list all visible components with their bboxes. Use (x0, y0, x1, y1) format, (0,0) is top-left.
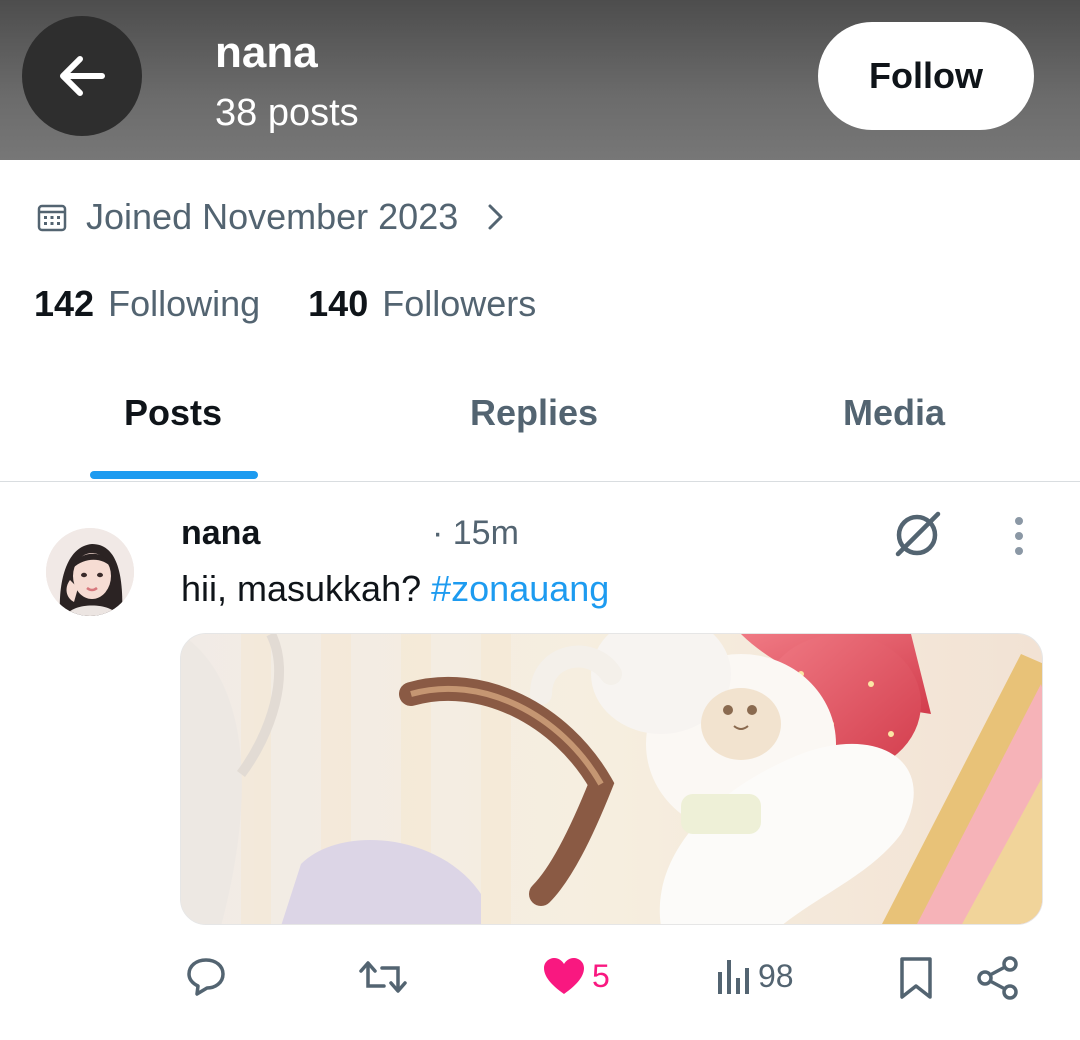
active-tab-indicator (90, 471, 258, 479)
post-hashtag-link[interactable]: #zonauang (431, 568, 609, 609)
view-count: 98 (758, 957, 794, 994)
followers-label: Followers (382, 283, 537, 324)
tab-posts[interactable]: Posts (124, 392, 222, 434)
tab-replies[interactable]: Replies (470, 392, 598, 434)
more-vertical-icon[interactable] (1008, 515, 1030, 564)
post-body: hii, masukkah? #zonauang (181, 568, 609, 610)
followers-count: 140 (308, 283, 369, 324)
share-button[interactable] (976, 956, 1020, 1000)
bookmark-icon (900, 957, 932, 999)
following-count: 142 (34, 283, 95, 324)
like-count: 5 (592, 957, 610, 994)
avatar[interactable] (46, 528, 134, 616)
follow-button[interactable]: Follow (818, 22, 1034, 130)
followers-link[interactable]: 140 Followers (308, 283, 536, 325)
bookmark-button[interactable] (898, 956, 934, 1000)
joined-date-row[interactable]: Joined November 2023 (36, 196, 506, 238)
like-button[interactable]: 5 (542, 956, 610, 996)
joined-date: Joined November 2023 (86, 196, 459, 237)
arrow-left-icon (60, 56, 105, 96)
grok-icon[interactable] (890, 506, 946, 567)
views-icon (718, 960, 749, 994)
share-icon (977, 956, 1018, 1000)
reply-icon (187, 958, 225, 996)
profile-header: nana 38 posts Follow (0, 0, 1080, 160)
header-post-count: 38 posts (215, 92, 359, 134)
post-text: hii, masukkah? (181, 568, 422, 609)
post-author-name[interactable]: nana (181, 514, 260, 553)
follow-counts: 142 Following 140 Followers (34, 283, 536, 325)
back-button[interactable] (22, 16, 142, 136)
post-media-image[interactable] (180, 633, 1043, 925)
heart-icon (544, 958, 584, 994)
profile-tabs: Posts Replies Media (0, 370, 1080, 482)
repost-button[interactable] (358, 956, 408, 998)
header-display-name: nana (215, 28, 318, 77)
following-label: Following (108, 283, 261, 324)
following-link[interactable]: 142 Following (34, 283, 260, 325)
views-button[interactable]: 98 (716, 956, 794, 996)
calendar-icon (37, 204, 67, 232)
reply-button[interactable] (185, 956, 227, 998)
tab-media[interactable]: Media (843, 392, 945, 434)
repost-icon (359, 961, 407, 993)
post-timestamp[interactable]: · 15m (432, 514, 519, 553)
chevron-right-icon (486, 202, 506, 232)
